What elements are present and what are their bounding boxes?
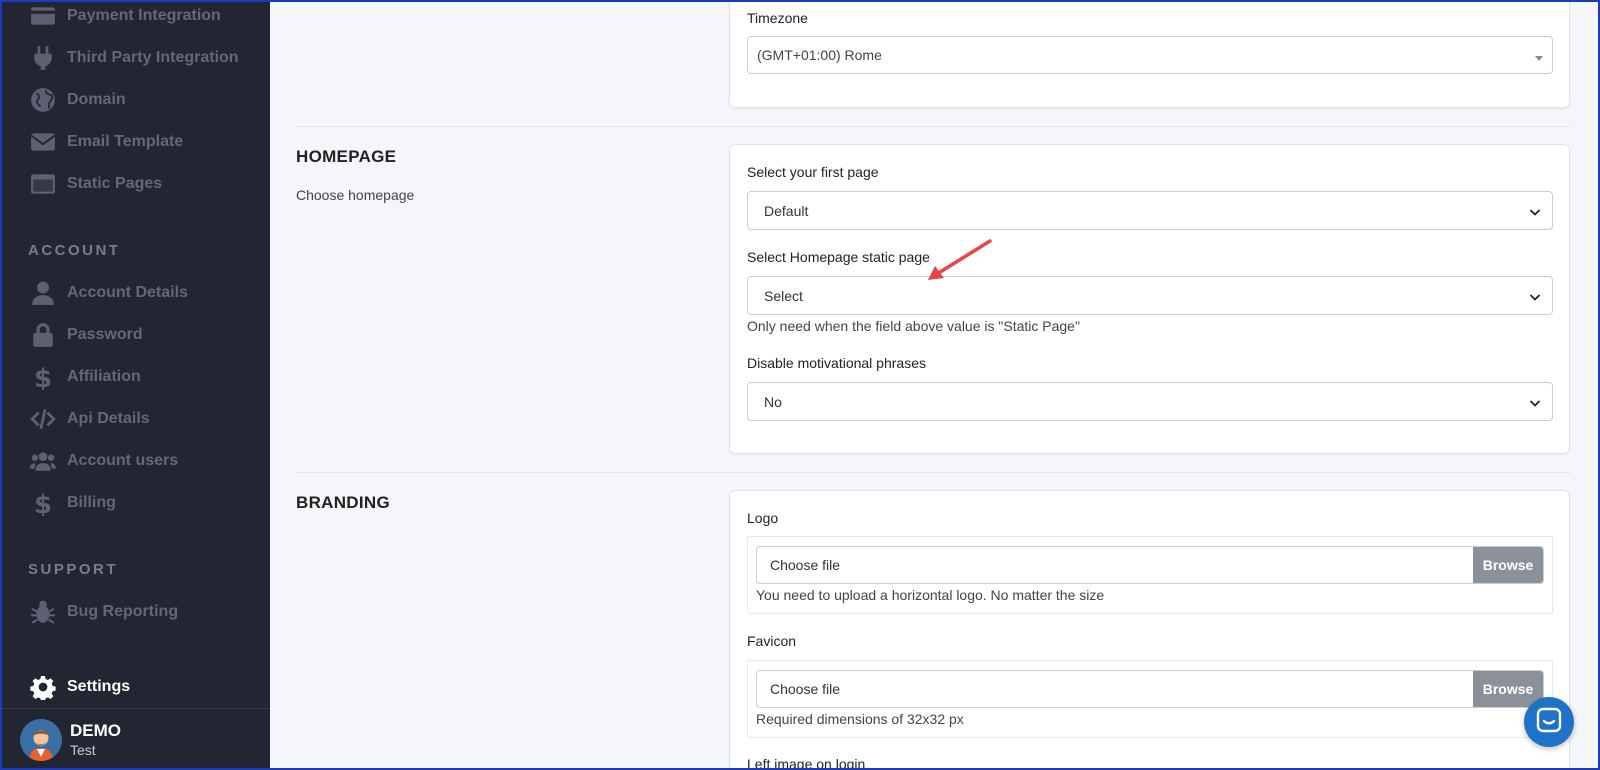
- sidebar-item-label: Password: [67, 326, 143, 343]
- svg-text:$: $: [34, 364, 52, 390]
- branding-section-title: BRANDING: [296, 493, 391, 512]
- user-icon: [28, 278, 58, 308]
- chat-icon: [1535, 706, 1563, 739]
- sidebar-item-label: Api Details: [67, 410, 150, 427]
- homepage-section-description: Choose homepage: [296, 187, 415, 203]
- logo-upload-group: Choose file Browse You need to upload a …: [747, 536, 1553, 614]
- static-page-label: Select Homepage static page: [747, 249, 930, 265]
- sidebar-item-account-users[interactable]: Account users: [2, 441, 270, 481]
- sidebar-item-password[interactable]: Password: [2, 315, 270, 355]
- section-divider: [296, 126, 1570, 127]
- sidebar-item-label: Domain: [67, 91, 126, 108]
- sidebar-item-label: Account users: [67, 452, 179, 469]
- sidebar-item-account-details[interactable]: Account Details: [2, 273, 270, 313]
- sidebar-item-bug-reporting[interactable]: Bug Reporting: [2, 592, 270, 632]
- favicon-file-input[interactable]: Choose file Browse: [756, 670, 1544, 708]
- sidebar-item-label: Affiliation: [67, 368, 141, 385]
- sidebar-item-static-pages[interactable]: Static Pages: [2, 164, 270, 204]
- sidebar-item-billing[interactable]: $ Billing: [2, 483, 270, 523]
- branding-card: Logo Choose file Browse You need to uplo…: [729, 490, 1570, 770]
- annotation-arrow: [928, 239, 992, 280]
- support-section-title: SUPPORT: [28, 561, 119, 578]
- first-page-select[interactable]: Default: [747, 191, 1553, 230]
- favicon-label: Favicon: [747, 633, 797, 649]
- sidebar-item-api-details[interactable]: Api Details: [2, 399, 270, 439]
- static-page-help: Only need when the field above value is …: [747, 318, 1080, 334]
- sidebar-item-payment-integration[interactable]: Payment Integration: [2, 0, 270, 36]
- chevron-down-icon: [1528, 205, 1542, 219]
- timezone-value: (GMT+01:00) Rome: [757, 47, 882, 63]
- gear-icon: [28, 672, 58, 702]
- sidebar-item-label: Billing: [67, 494, 116, 511]
- timezone-card: Timezone (GMT+01:00) Rome: [729, 0, 1570, 108]
- sidebar-item-label: Payment Integration: [67, 7, 221, 24]
- globe-icon: [28, 85, 58, 115]
- favicon-file-placeholder: Choose file: [770, 681, 841, 697]
- user-profile[interactable]: DEMO Test: [20, 718, 260, 762]
- code-icon: [28, 404, 58, 434]
- sidebar-item-label: Bug Reporting: [67, 603, 179, 620]
- chat-button[interactable]: [1524, 697, 1574, 747]
- logo-label: Logo: [747, 510, 779, 526]
- dollar-icon: $: [28, 488, 58, 518]
- avatar: [20, 719, 62, 761]
- favicon-upload-group: Choose file Browse Required dimensions o…: [747, 660, 1553, 738]
- envelope-icon: [28, 127, 58, 157]
- static-page-select[interactable]: Select: [747, 276, 1553, 315]
- motivational-value: No: [764, 393, 782, 410]
- homepage-card: Select your first page Default Select Ho…: [729, 144, 1570, 454]
- account-section-title: ACCOUNT: [28, 242, 121, 259]
- sidebar-item-email-template[interactable]: Email Template: [2, 122, 270, 162]
- svg-text:$: $: [34, 490, 52, 516]
- motivational-label: Disable motivational phrases: [747, 355, 926, 371]
- logo-file-placeholder: Choose file: [770, 557, 841, 573]
- favicon-help: Required dimensions of 32x32 px: [756, 711, 964, 727]
- sidebar: Payment Integration Third Party Integrat…: [2, 0, 270, 770]
- user-role: Test: [70, 742, 96, 758]
- lock-icon: [28, 320, 58, 350]
- browser-window-icon: [28, 169, 58, 199]
- first-page-value: Default: [764, 202, 809, 219]
- sidebar-item-label: Account Details: [67, 284, 188, 301]
- chevron-down-icon: [1528, 290, 1542, 304]
- section-divider: [296, 472, 1570, 473]
- sidebar-item-label: Email Template: [67, 133, 184, 150]
- sidebar-item-label: Settings: [67, 678, 131, 695]
- timezone-label: Timezone: [747, 10, 808, 26]
- user-name: DEMO: [70, 721, 121, 740]
- dollar-icon: $: [28, 362, 58, 392]
- chevron-down-icon: [1528, 396, 1542, 410]
- first-page-label: Select your first page: [747, 164, 879, 180]
- static-page-value: Select: [764, 287, 803, 304]
- sidebar-item-affiliation[interactable]: $ Affiliation: [2, 357, 270, 397]
- sidebar-item-domain[interactable]: Domain: [2, 80, 270, 120]
- sidebar-item-label: Third Party Integration: [67, 49, 239, 66]
- credit-card-icon: [28, 1, 58, 31]
- homepage-section-title: HOMEPAGE: [296, 147, 397, 166]
- sidebar-item-label: Static Pages: [67, 175, 163, 192]
- bug-icon: [28, 597, 58, 627]
- plug-icon: [28, 43, 58, 73]
- users-icon: [28, 446, 58, 476]
- user-divider: [2, 708, 270, 709]
- logo-browse-button[interactable]: Browse: [1473, 547, 1543, 583]
- logo-help: You need to upload a horizontal logo. No…: [756, 587, 1105, 603]
- caret-down-icon: [1532, 51, 1546, 65]
- settings-main: Timezone (GMT+01:00) Rome HOMEPAGE Choos…: [270, 0, 1596, 770]
- motivational-select[interactable]: No: [747, 382, 1553, 421]
- timezone-select[interactable]: (GMT+01:00) Rome: [747, 36, 1553, 74]
- sidebar-item-third-party-integration[interactable]: Third Party Integration: [2, 38, 270, 78]
- logo-file-input[interactable]: Choose file Browse: [756, 546, 1544, 584]
- left-image-label: Left image on login: [747, 756, 866, 770]
- sidebar-item-settings[interactable]: Settings: [2, 667, 270, 707]
